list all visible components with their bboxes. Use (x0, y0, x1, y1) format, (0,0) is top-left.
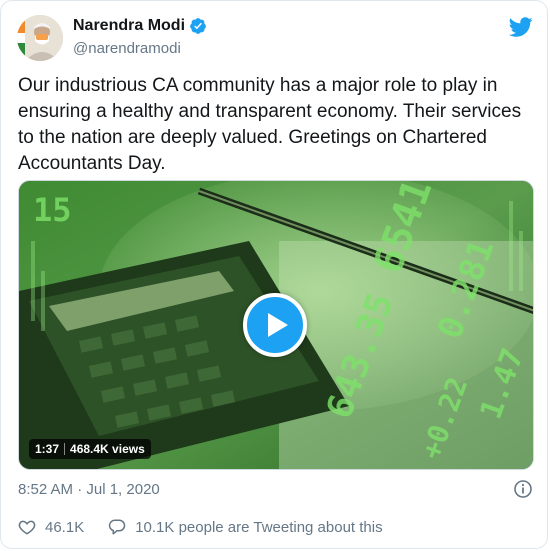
play-button[interactable] (243, 293, 307, 357)
tweeting-about-text: 10.1K people are Tweeting about this (135, 518, 383, 536)
twitter-bird-icon[interactable] (508, 15, 533, 39)
tweet-text: Our industrious CA community has a major… (18, 75, 522, 174)
author-handle[interactable]: @narendramodi (73, 40, 207, 57)
heart-icon (18, 520, 36, 535)
like-button[interactable]: 46.1K (18, 518, 84, 536)
like-count: 46.1K (45, 518, 85, 536)
video-views: 468.4K views (70, 442, 145, 456)
video-stats-overlay: 1:37 468.4K views (29, 439, 151, 459)
video-player[interactable]: 15 6541 0.281 643.35 1.47 +0.22 1:37 468… (18, 180, 534, 470)
play-icon (267, 313, 288, 337)
tweeting-about-link[interactable]: 10.1K people are Tweeting about this (108, 518, 383, 536)
info-icon[interactable] (513, 479, 533, 499)
speech-bubble-icon (109, 519, 126, 535)
avatar[interactable] (17, 15, 63, 61)
tweet-card[interactable]: Narendra Modi @narendramodi Our industri… (0, 0, 548, 549)
verified-badge-icon (189, 17, 207, 35)
svg-text:15: 15 (33, 191, 72, 229)
tweet-actions: 46.1K 10.1K people are Tweeting about th… (18, 518, 383, 536)
author-name[interactable]: Narendra Modi (73, 17, 185, 35)
tweet-timestamp[interactable]: 8:52 AM · Jul 1, 2020 (18, 481, 160, 498)
author-block[interactable]: Narendra Modi @narendramodi (73, 15, 207, 57)
divider (64, 443, 66, 455)
video-duration: 1:37 (35, 442, 60, 456)
